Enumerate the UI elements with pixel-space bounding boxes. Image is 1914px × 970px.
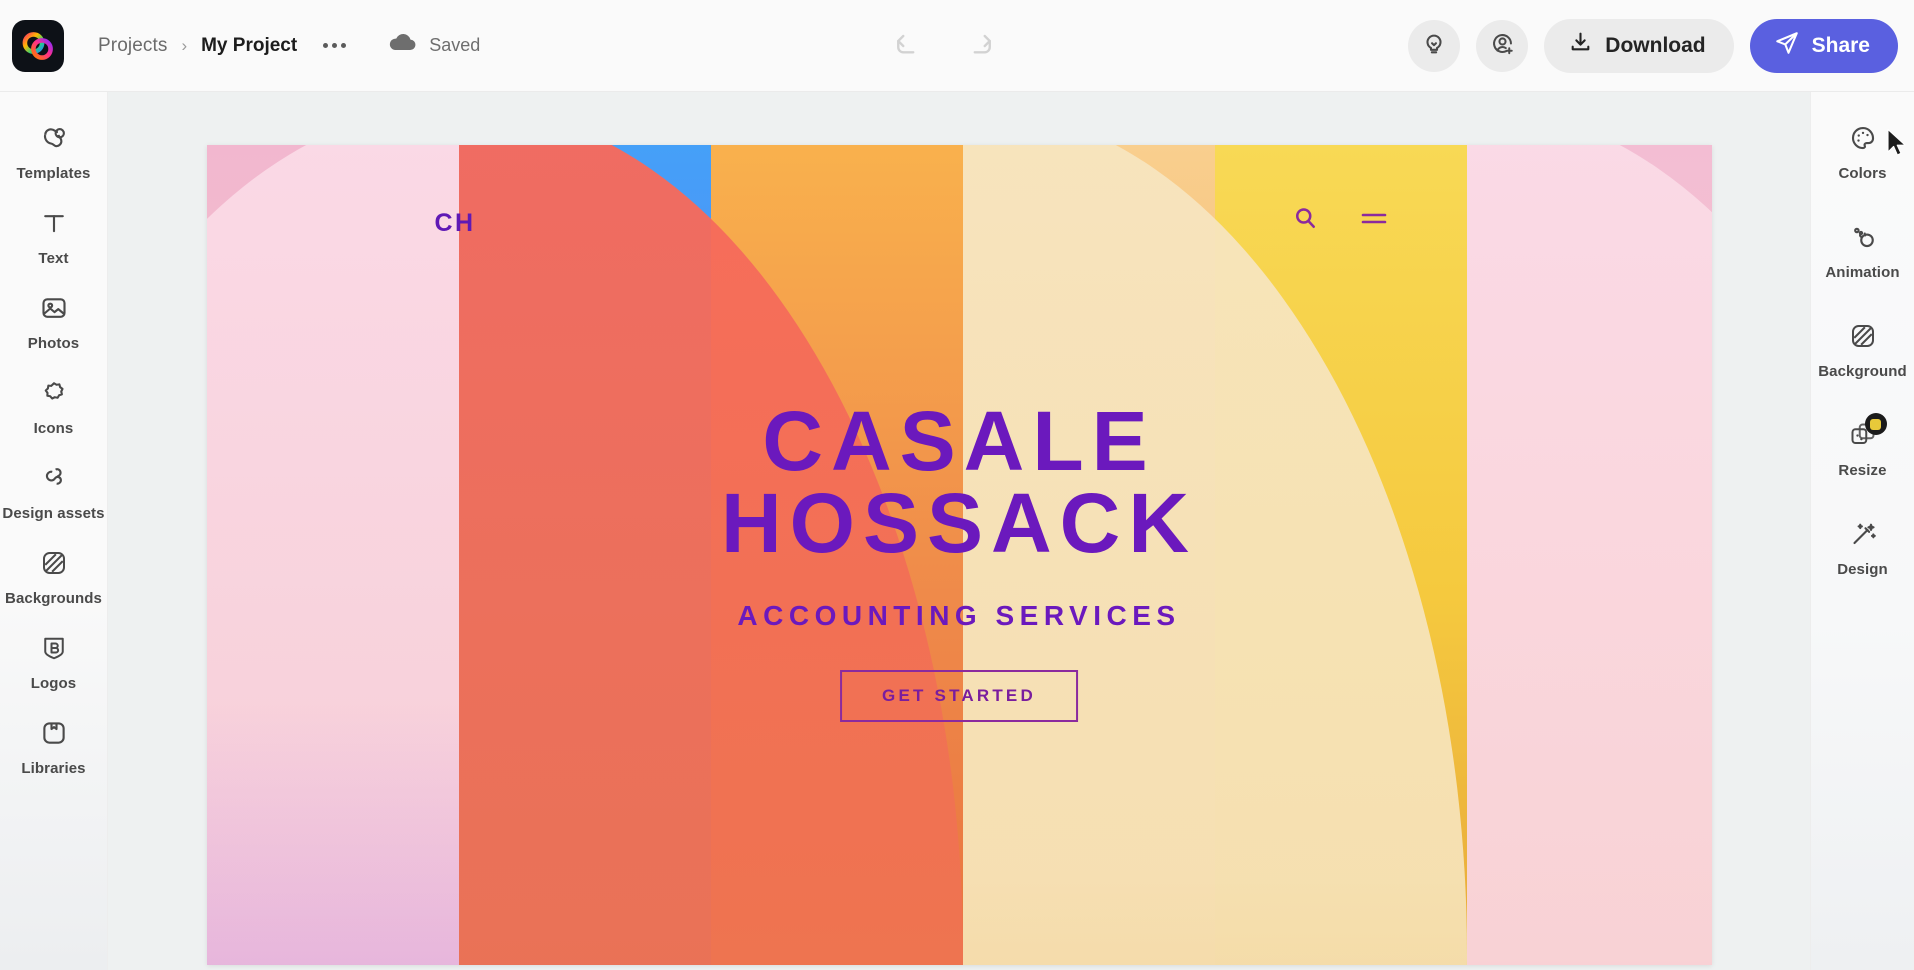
sidebar-item-label: Text	[38, 250, 69, 267]
breadcrumb-separator: ›	[181, 35, 188, 55]
canvas-headline[interactable]: CASALE HOSSACK	[207, 394, 1712, 571]
design-assets-icon	[39, 463, 69, 498]
sidebar-item-label: Backgrounds	[5, 590, 102, 607]
canvas-brand-mark[interactable]: CH	[435, 209, 476, 238]
sidebar-item-templates[interactable]: Templates	[2, 114, 106, 191]
save-status-label: Saved	[429, 35, 481, 55]
photos-icon	[39, 293, 69, 328]
text-icon	[39, 208, 69, 243]
sidebar-item-animation[interactable]: Animation	[1811, 213, 1914, 290]
resize-icon	[1848, 413, 1887, 455]
right-sidebar: Colors Animation Background Resize Desig…	[1810, 92, 1914, 970]
breadcrumb: Projects › My Project	[98, 35, 297, 57]
canvas-headline-line-2: HOSSACK	[720, 476, 1198, 571]
canvas-cta-button[interactable]: GET STARTED	[840, 670, 1078, 722]
sidebar-item-background[interactable]: Background	[1811, 312, 1914, 389]
resize-badge	[1864, 413, 1887, 435]
download-button[interactable]: Download	[1544, 18, 1734, 73]
app-header: Projects › My Project Saved Download Sha…	[0, 0, 1914, 92]
left-sidebar: Templates Text Photos Icons Design asset…	[0, 92, 108, 970]
sidebar-item-label: Resize	[1838, 462, 1887, 479]
libraries-icon	[39, 718, 69, 753]
icons-icon	[39, 378, 69, 413]
logos-icon	[39, 633, 69, 668]
sidebar-item-label: Logos	[30, 675, 77, 692]
share-button-label: Share	[1811, 33, 1870, 57]
history-controls	[480, 26, 1408, 66]
sidebar-item-logos[interactable]: Logos	[2, 624, 106, 701]
adobe-express-logo-icon[interactable]	[12, 19, 64, 72]
lightbulb-icon	[1421, 30, 1447, 61]
backgrounds-icon	[39, 548, 69, 583]
animation-icon	[1848, 222, 1878, 257]
sidebar-item-backgrounds[interactable]: Backgrounds	[2, 539, 106, 616]
download-icon	[1568, 30, 1593, 61]
more-options-icon[interactable]	[317, 32, 351, 60]
breadcrumb-projects-link[interactable]: Projects	[98, 35, 167, 57]
canvas-subtitle[interactable]: ACCOUNTING SERVICES	[207, 600, 1712, 632]
undo-icon[interactable]	[887, 26, 927, 66]
sidebar-item-label: Libraries	[21, 760, 86, 777]
header-actions: Download Share	[1408, 18, 1898, 73]
canvas-nav	[1290, 203, 1390, 238]
send-plane-icon	[1774, 30, 1800, 62]
ideas-button[interactable]	[1408, 19, 1461, 72]
sidebar-item-colors[interactable]: Colors	[1811, 114, 1914, 191]
background-icon	[1848, 321, 1878, 356]
sidebar-item-label: Templates	[16, 165, 91, 182]
share-button[interactable]: Share	[1749, 18, 1898, 73]
download-button-label: Download	[1605, 33, 1706, 57]
canvas-headline-line-1: CASALE	[762, 394, 1156, 488]
sidebar-item-libraries[interactable]: Libraries	[2, 709, 106, 786]
sidebar-item-label: Animation	[1825, 264, 1900, 281]
magic-wand-icon	[1848, 519, 1878, 554]
cloud-icon	[387, 32, 417, 59]
breadcrumb-current-project[interactable]: My Project	[201, 35, 297, 57]
adobe-express-editor: Projects › My Project Saved Download Sha…	[0, 0, 1914, 970]
sidebar-item-icons[interactable]: Icons	[2, 369, 106, 446]
save-status-group: Saved	[387, 32, 480, 59]
templates-icon	[39, 123, 69, 158]
sidebar-item-label: Colors	[1838, 165, 1887, 182]
sidebar-item-label: Design assets	[2, 505, 105, 522]
design-canvas[interactable]: CH CASALE HOSSACK ACCOUNTING SERVICES GE…	[206, 145, 1712, 965]
hamburger-menu-icon[interactable]	[1358, 206, 1390, 235]
add-collaborator-icon	[1489, 30, 1516, 62]
canvas-stage: CH CASALE HOSSACK ACCOUNTING SERVICES GE…	[108, 92, 1810, 970]
search-icon[interactable]	[1290, 203, 1320, 238]
sidebar-item-label: Icons	[33, 420, 74, 437]
sidebar-item-design[interactable]: Design	[1811, 510, 1914, 587]
sidebar-item-photos[interactable]: Photos	[2, 284, 106, 361]
sidebar-item-label: Background	[1818, 363, 1907, 380]
sidebar-item-text[interactable]: Text	[2, 199, 106, 276]
sidebar-item-design-assets[interactable]: Design assets	[2, 454, 106, 531]
redo-icon[interactable]	[961, 26, 1001, 66]
color-palette-icon	[1848, 123, 1878, 158]
invite-collaborator-button[interactable]	[1476, 19, 1529, 72]
sidebar-item-label: Photos	[27, 335, 80, 352]
sidebar-item-resize[interactable]: Resize	[1811, 411, 1914, 488]
sidebar-item-label: Design	[1837, 561, 1888, 578]
